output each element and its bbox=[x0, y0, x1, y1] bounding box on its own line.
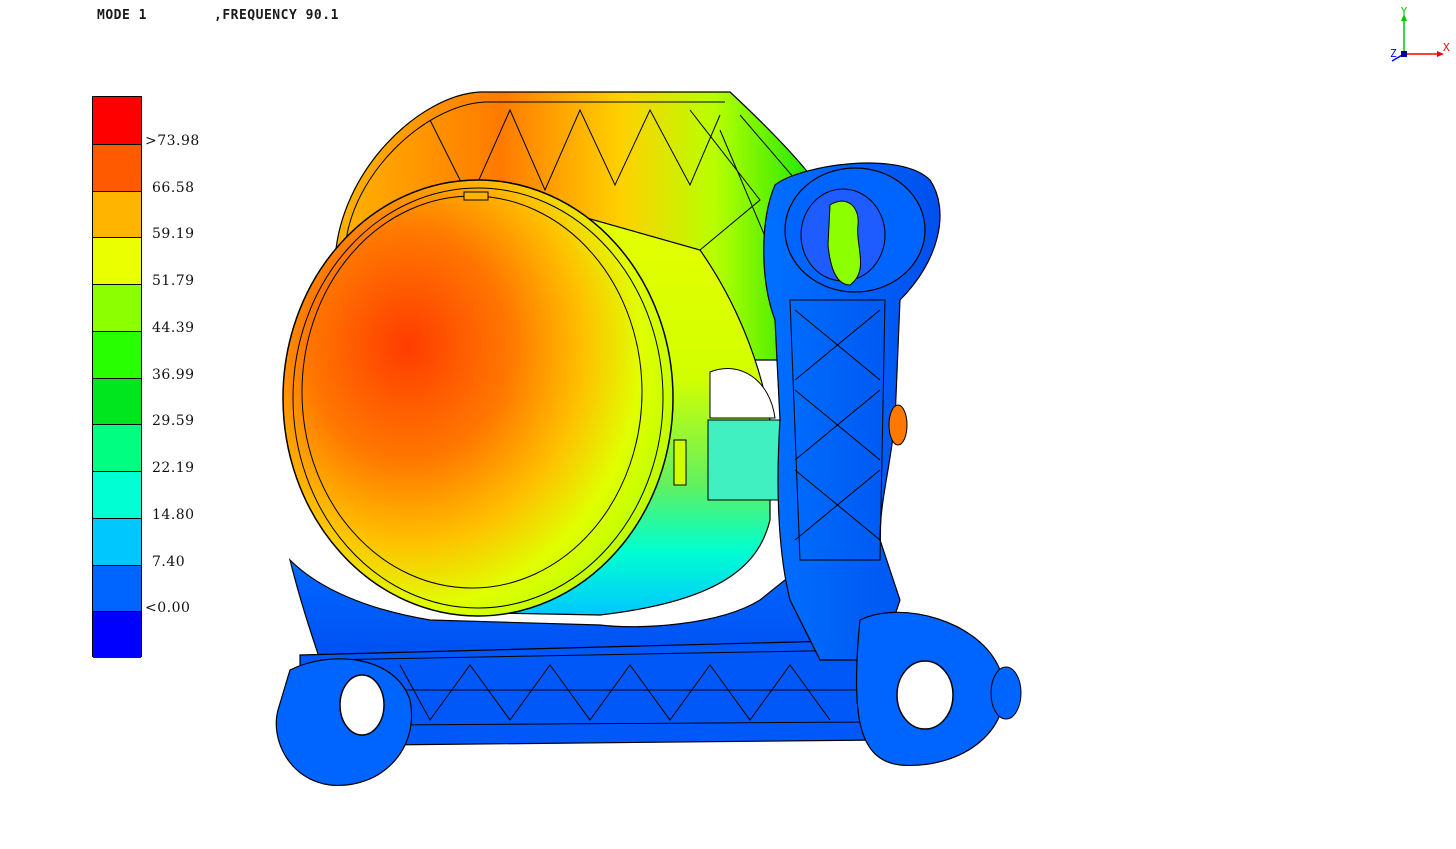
drum-face-outer bbox=[282, 179, 674, 617]
drum-clip bbox=[673, 439, 687, 486]
right-lug-hole bbox=[896, 660, 954, 730]
left-lug-hole bbox=[339, 674, 385, 736]
fe-model-viewport[interactable] bbox=[0, 0, 1456, 849]
cylinder-cutout-2 bbox=[707, 419, 781, 501]
drum-tab bbox=[463, 191, 489, 201]
cylinder-cutout bbox=[709, 368, 776, 419]
side-nub bbox=[888, 404, 908, 446]
right-lug-boss bbox=[990, 666, 1022, 720]
